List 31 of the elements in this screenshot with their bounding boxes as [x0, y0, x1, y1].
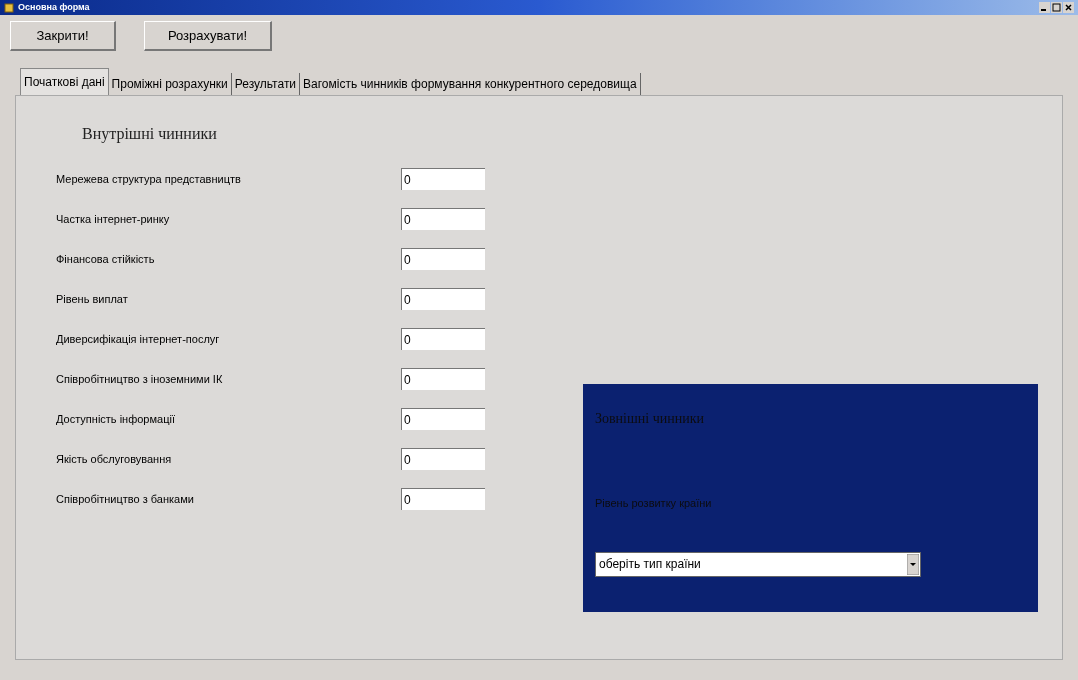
input-field[interactable]: 0 [401, 168, 485, 190]
dropdown-arrow-icon[interactable] [907, 553, 919, 575]
field-label: Співробітництво з іноземними ІК [56, 371, 224, 387]
field-label: Якість обслуговування [56, 451, 173, 467]
field-label: Рівень виплат [56, 291, 129, 307]
country-type-dropdown[interactable]: оберіть тип країни [595, 551, 921, 577]
input-field[interactable]: 0 [401, 408, 485, 430]
field-label: Співробітництво з банками [56, 491, 195, 507]
close-icon[interactable] [1063, 2, 1074, 13]
field-label: Мережева структура представництв [56, 171, 242, 187]
input-field[interactable]: 0 [401, 288, 485, 310]
field-label: Фінансова стійкість [56, 251, 156, 267]
input-field[interactable]: 0 [401, 448, 485, 470]
maximize-icon[interactable] [1051, 2, 1062, 13]
input-field[interactable]: 0 [401, 368, 485, 390]
close-button[interactable]: Закрити! [10, 21, 116, 51]
window-title: Основна форма [18, 3, 90, 12]
input-field[interactable]: 0 [401, 248, 485, 270]
field-label: Доступність інформації [56, 411, 176, 427]
section-heading: Внутрішні чинники [81, 124, 218, 145]
section-heading: Зовнішні чинники [595, 410, 705, 428]
tab[interactable]: Початкові дані [20, 68, 109, 95]
calculate-button[interactable]: Розрахувати! [144, 21, 272, 51]
minimize-icon[interactable] [1039, 2, 1050, 13]
input-field[interactable]: 0 [401, 208, 485, 230]
field-label: Рівень розвитку країни [595, 496, 713, 511]
input-field[interactable]: 0 [401, 328, 485, 350]
field-label: Диверсифікація інтернет-послуг [56, 331, 221, 347]
app-icon [4, 2, 14, 13]
input-field[interactable]: 0 [401, 488, 485, 510]
field-label: Частка інтернет-ринку [56, 211, 171, 227]
